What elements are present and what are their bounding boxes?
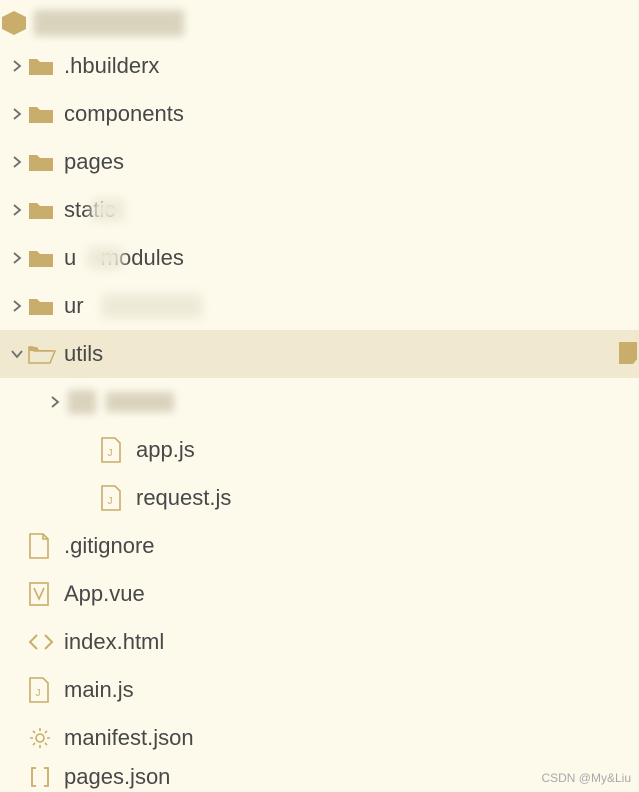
- folder-label: .hbuilderx: [64, 53, 159, 79]
- file-label: request.js: [136, 485, 231, 511]
- html-file-icon: [28, 632, 58, 652]
- file-request-js[interactable]: J request.js: [0, 474, 639, 522]
- file-label: App.vue: [64, 581, 145, 607]
- chevron-down-icon[interactable]: [6, 348, 28, 360]
- json-gear-icon: [28, 726, 58, 750]
- chevron-right-icon[interactable]: [6, 60, 28, 72]
- js-file-icon: J: [100, 437, 130, 463]
- file-manifest-json[interactable]: manifest.json: [0, 714, 639, 762]
- file-label: main.js: [64, 677, 134, 703]
- file-app-vue[interactable]: App.vue: [0, 570, 639, 618]
- smudge-overlay: [102, 294, 202, 318]
- file-label: pages.json: [64, 764, 170, 790]
- folder-label: ur: [64, 293, 84, 319]
- file-app-js[interactable]: J app.js: [0, 426, 639, 474]
- smudge-overlay: [88, 247, 122, 269]
- folder-label: components: [64, 101, 184, 127]
- chevron-right-icon[interactable]: [6, 156, 28, 168]
- smudge-overlay: [92, 199, 124, 221]
- json-bracket-icon: [28, 765, 58, 789]
- folder-obscured-child[interactable]: [0, 378, 639, 426]
- folder-open-icon: [28, 343, 58, 365]
- svg-text:J: J: [36, 688, 41, 699]
- folder-icon: [28, 103, 58, 125]
- folder-label: utils: [64, 341, 103, 367]
- chevron-right-icon[interactable]: [6, 300, 28, 312]
- vue-file-icon: [28, 581, 58, 607]
- file-label: .gitignore: [64, 533, 155, 559]
- file-gitignore[interactable]: .gitignore: [0, 522, 639, 570]
- obscured-content: [68, 390, 174, 414]
- folder-hbuilderx[interactable]: .hbuilderx: [0, 42, 639, 90]
- chevron-right-icon[interactable]: [6, 252, 28, 264]
- modified-marker-icon: [619, 342, 637, 364]
- file-label: manifest.json: [64, 725, 194, 751]
- file-tree: .hbuilderx components pages static: [0, 0, 639, 792]
- folder-icon: [28, 295, 58, 317]
- folder-utils[interactable]: utils: [0, 330, 639, 378]
- folder-icon: [28, 55, 58, 77]
- chevron-right-icon[interactable]: [6, 204, 28, 216]
- file-main-js[interactable]: J main.js: [0, 666, 639, 714]
- file-label: index.html: [64, 629, 164, 655]
- folder-uni-modules[interactable]: u modules: [0, 234, 639, 282]
- project-root-item[interactable]: [0, 4, 639, 42]
- folder-label: u modules: [64, 245, 184, 271]
- folder-components[interactable]: components: [0, 90, 639, 138]
- folder-icon: [28, 151, 58, 173]
- file-icon: [28, 533, 58, 559]
- project-icon: [2, 11, 26, 35]
- folder-icon: [28, 247, 58, 269]
- folder-static[interactable]: static: [0, 186, 639, 234]
- folder-unpackage[interactable]: ur: [0, 282, 639, 330]
- file-index-html[interactable]: index.html: [0, 618, 639, 666]
- js-file-icon: J: [100, 485, 130, 511]
- chevron-right-icon[interactable]: [44, 396, 66, 408]
- watermark-text: CSDN @My&Liu: [541, 771, 631, 785]
- svg-text:J: J: [108, 496, 113, 507]
- file-label: app.js: [136, 437, 195, 463]
- chevron-right-icon[interactable]: [6, 108, 28, 120]
- svg-text:J: J: [108, 448, 113, 459]
- project-name-obscured: [34, 10, 184, 36]
- folder-label: pages: [64, 149, 124, 175]
- folder-icon: [28, 199, 58, 221]
- folder-pages[interactable]: pages: [0, 138, 639, 186]
- js-file-icon: J: [28, 677, 58, 703]
